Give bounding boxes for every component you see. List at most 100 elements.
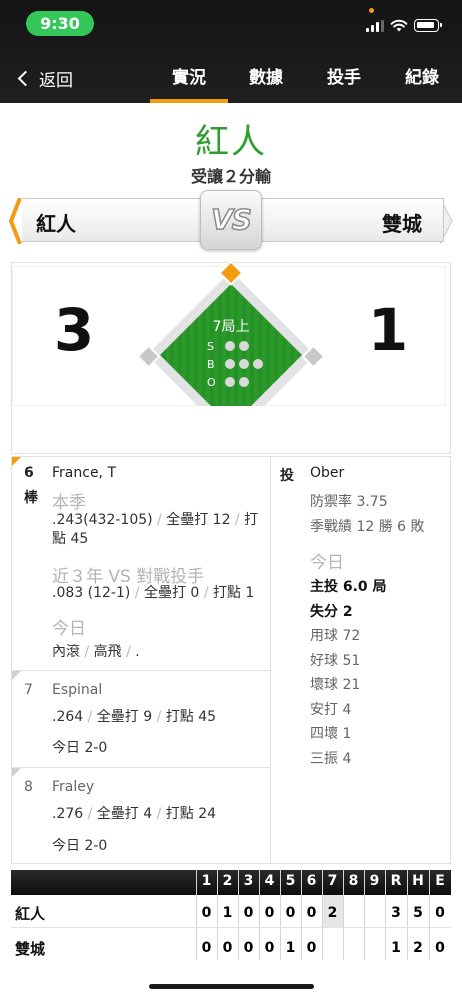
linescore-table: 1 2 3 4 5 6 7 8 9 R H E 紅人 0 1 0 0 0 0 2…: [11, 870, 451, 960]
away-arrow-icon: [8, 198, 22, 244]
batter-season-avg: .243(432-105): [52, 512, 153, 528]
linescore-cell: 0: [243, 905, 254, 921]
tab-pitchers[interactable]: 投手: [310, 64, 378, 92]
home-indicator[interactable]: [149, 984, 314, 989]
ondeck-avg: .264: [52, 709, 84, 725]
linescore-cell: 0: [285, 905, 296, 921]
pitcher-tag: 投: [280, 468, 294, 484]
linescore-cell: 0: [264, 905, 275, 921]
batter-season-hr: 全壘打 12: [166, 512, 231, 528]
batter-today-line: 內滾 / 高飛 / .: [52, 644, 140, 660]
strike-label: S: [207, 340, 214, 353]
privacy-indicator-icon: [369, 8, 374, 13]
tab-records[interactable]: 紀錄: [388, 64, 456, 92]
linescore-runs: 1: [391, 940, 401, 956]
linescore-hits: 2: [413, 940, 423, 956]
batter-name[interactable]: France, T: [52, 465, 116, 481]
batter-vs-avg: .083 (12-1): [52, 585, 131, 601]
pitcher-pitches: 用球 72: [310, 628, 361, 644]
ondeck-order: 7: [24, 682, 33, 698]
batter-order-suffix: 棒: [24, 490, 38, 506]
away-team-name[interactable]: 紅人: [36, 208, 76, 237]
ball-light-1: [225, 359, 235, 369]
active-tab-indicator: [150, 99, 228, 103]
row-divider: [11, 670, 271, 671]
back-button[interactable]: 返回: [16, 64, 73, 92]
batter-today-3: .: [135, 644, 140, 660]
ondeck-rbi: 打點 45: [165, 709, 217, 725]
pitcher-today-label: 今日: [310, 553, 344, 573]
chevron-left-icon: [17, 70, 34, 86]
col-line: [364, 870, 365, 960]
game-live-screen: 9:30 返回 實況 數據 投手 紀錄 紅人 受讓２分輸 VS 紅人 雙城 3 …: [0, 0, 462, 1000]
pitcher-strikes: 好球 51: [310, 653, 361, 669]
batter-season-rbi-1: 打: [244, 512, 259, 528]
vs-label: VS: [210, 202, 252, 237]
linescore-team-home: 雙城: [15, 940, 46, 958]
tab-stats[interactable]: 數據: [232, 64, 300, 92]
linescore-cell: 0: [243, 940, 254, 956]
pitcher-hits: 安打 4: [310, 702, 352, 718]
ondeck-name[interactable]: Espinal: [52, 682, 102, 698]
ball-light-3: [253, 359, 263, 369]
batter-marker-icon: [12, 768, 21, 777]
inhole-stat-line: .276 / 全壘打 4 / 打點 24: [52, 806, 217, 822]
inhole-order: 8: [24, 779, 33, 795]
out-light-1: [225, 377, 235, 387]
hits-header: H: [412, 873, 424, 889]
out-label: O: [207, 376, 216, 389]
batter-season-line: .243(432-105) / 全壘打 12 / 打: [52, 512, 259, 528]
linescore-cell: 2: [327, 905, 338, 921]
result-summary: 受讓２分輸: [190, 167, 271, 186]
pitcher-balls: 壞球 21: [310, 677, 361, 693]
errors-header: E: [435, 873, 445, 889]
inning-header: 5: [285, 873, 296, 889]
pitcher-walks: 四壞 1: [310, 726, 352, 742]
batter-vs-rbi: 打點 1: [212, 585, 255, 601]
column-divider: [270, 456, 271, 864]
runs-header: R: [390, 873, 402, 889]
inning-label: 7局上: [212, 319, 250, 335]
batter-marker-icon: [12, 671, 21, 680]
winner-team: 紅人: [195, 122, 267, 162]
ondeck-hr: 全壘打 9: [96, 709, 153, 725]
out-light-2: [239, 377, 249, 387]
inning-header: 6: [306, 873, 317, 889]
inning-header: 3: [243, 873, 254, 889]
linescore-errors: 0: [435, 905, 445, 921]
ball-light-2: [239, 359, 249, 369]
ondeck-today: 今日 2-0: [52, 740, 108, 756]
linescore-cell: 0: [201, 905, 212, 921]
home-team-name[interactable]: 雙城: [382, 208, 422, 237]
back-label: 返回: [39, 70, 73, 91]
away-score: 3: [53, 296, 95, 364]
linescore-cell: 0: [306, 940, 317, 956]
inhole-hr: 全壘打 4: [96, 806, 153, 822]
top-header: 9:30 返回 實況 數據 投手 紀錄: [0, 0, 462, 103]
inhole-name[interactable]: Fraley: [52, 779, 94, 795]
inhole-avg: .276: [52, 806, 84, 822]
inhole-rbi: 打點 24: [165, 806, 217, 822]
linescore-hits: 5: [413, 905, 423, 921]
inning-header: 1: [201, 873, 212, 889]
linescore-team-away: 紅人: [15, 905, 46, 923]
linescore-cell: 1: [285, 940, 296, 956]
batter-order: 6: [24, 465, 34, 481]
strike-light-2: [239, 341, 249, 351]
linescore-cell: 0: [222, 940, 233, 956]
batter-vs-hr: 全壘打 0: [143, 585, 200, 601]
pitcher-strikeouts: 三振 4: [310, 751, 352, 767]
pitcher-record: 季戰績 12 勝 6 敗: [310, 519, 425, 535]
tab-live[interactable]: 實況: [150, 64, 228, 92]
wifi-icon: [390, 19, 408, 32]
pitcher-era: 防禦率 3.75: [310, 494, 388, 510]
linescore-cell: 0: [201, 940, 212, 956]
batter-today-label: 今日: [52, 619, 86, 639]
linescore-cell: 1: [222, 905, 233, 921]
pitcher-name[interactable]: Ober: [310, 465, 344, 481]
status-time: 9:30: [26, 11, 94, 36]
status-bar: 9:30: [0, 0, 462, 48]
row-divider: [11, 767, 271, 768]
inning-header: 2: [222, 873, 233, 889]
pitcher-ip: 主投 6.0 局: [310, 579, 387, 595]
